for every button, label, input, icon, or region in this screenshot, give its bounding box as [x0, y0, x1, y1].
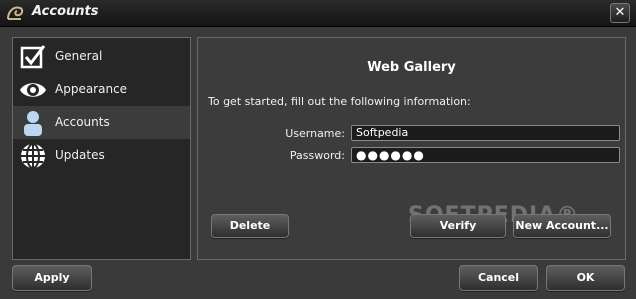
- sidebar-item-updates[interactable]: Updates: [13, 139, 190, 172]
- window-title: Accounts: [32, 4, 99, 19]
- title-bar: Accounts ✕: [0, 0, 636, 27]
- sidebar-item-label: Appearance: [55, 82, 128, 96]
- password-label: Password:: [289, 149, 345, 162]
- username-label: Username:: [285, 127, 345, 140]
- close-button[interactable]: ✕: [610, 3, 630, 23]
- account-panel: Web Gallery To get started, fill out the…: [197, 37, 626, 260]
- sidebar-item-accounts[interactable]: Accounts: [13, 106, 190, 139]
- sidebar: General Appearance Accounts Updates: [12, 37, 191, 260]
- person-icon: [24, 111, 42, 136]
- checkbox-icon: [20, 45, 46, 69]
- eye-icon: [20, 83, 46, 97]
- username-field[interactable]: Softpedia: [351, 125, 620, 141]
- cancel-button[interactable]: Cancel: [459, 265, 538, 291]
- globe-icon: [21, 143, 45, 169]
- ok-button[interactable]: OK: [546, 265, 625, 291]
- panel-title: Web Gallery: [367, 60, 456, 75]
- sidebar-item-label: General: [55, 49, 103, 63]
- new-account-button[interactable]: New Account...: [513, 214, 611, 238]
- sidebar-item-label: Accounts: [55, 115, 110, 129]
- shell-logo-icon: [7, 6, 24, 20]
- delete-button[interactable]: Delete: [211, 214, 289, 238]
- sidebar-item-general[interactable]: General: [13, 40, 190, 73]
- sidebar-item-label: Updates: [55, 148, 105, 162]
- sidebar-item-appearance[interactable]: Appearance: [13, 73, 190, 106]
- apply-button[interactable]: Apply: [12, 265, 92, 291]
- instructions-text: To get started, fill out the following i…: [208, 95, 471, 108]
- password-field[interactable]: ●●●●●●: [351, 147, 620, 163]
- verify-button[interactable]: Verify: [410, 214, 506, 238]
